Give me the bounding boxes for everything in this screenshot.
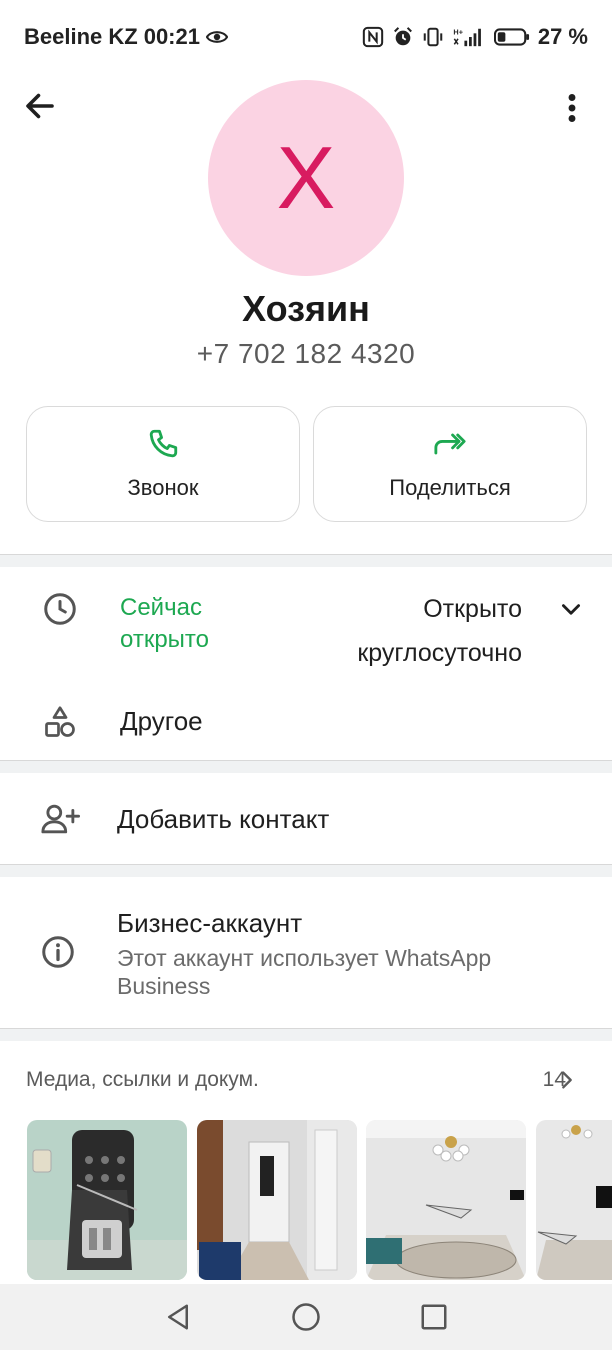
chevron-right-icon[interactable] — [556, 1068, 578, 1092]
category-row[interactable]: Другое — [0, 690, 612, 754]
info-icon — [42, 936, 74, 968]
living-room-photo — [366, 1120, 526, 1280]
add-contact-label: Добавить контакт — [117, 804, 330, 834]
business-account-title: Бизнес-аккаунт — [117, 908, 303, 938]
clock-icon — [44, 593, 76, 625]
section-divider — [0, 761, 612, 773]
svg-text:H+: H+ — [453, 27, 463, 36]
open-status-line2: открыто — [120, 626, 209, 653]
section-divider — [0, 555, 612, 567]
back-arrow-icon[interactable] — [22, 88, 58, 124]
add-contact-row[interactable]: Добавить контакт — [0, 773, 612, 863]
battery-icon — [493, 28, 529, 46]
business-desc-line1: Этот аккаунт использует WhatsApp — [117, 945, 492, 971]
call-label: Звонок — [127, 475, 199, 500]
clock: 00:21 — [143, 24, 200, 49]
business-hours-row[interactable]: Сейчас открыто Открыто круглосуточно — [0, 567, 612, 687]
open-status: Сейчас открыто — [120, 592, 209, 656]
nav-home-icon[interactable] — [291, 1302, 321, 1332]
hours-line1: Открыто — [423, 595, 522, 623]
system-navigation-bar — [0, 1284, 612, 1350]
hallway-photo — [197, 1120, 357, 1280]
media-title[interactable]: Медиа, ссылки и докум. — [26, 1068, 259, 1092]
forward-icon — [434, 433, 466, 455]
avatar[interactable]: X — [208, 80, 404, 276]
business-account-row[interactable]: Бизнес-аккаунт Этот аккаунт использует W… — [0, 877, 612, 1027]
nav-back-icon[interactable] — [163, 1302, 193, 1332]
battery-percent: 27 % — [537, 24, 588, 49]
media-thumbnail[interactable] — [366, 1120, 526, 1280]
avatar-letter: X — [276, 128, 336, 227]
phone-icon — [149, 429, 178, 458]
open-status-line1: Сейчас — [120, 594, 202, 621]
status-left: Beeline KZ 00:21 — [24, 24, 228, 50]
nfc-icon — [362, 26, 384, 48]
status-right: H+ 27 % — [362, 24, 588, 50]
section-divider — [0, 1029, 612, 1041]
alarm-icon — [393, 27, 412, 46]
hours-line2: круглосуточно — [357, 639, 522, 667]
contact-name: Хозяин — [242, 288, 370, 329]
hours-value: Открыто круглосуточно — [357, 587, 522, 675]
media-thumbnail[interactable] — [197, 1120, 357, 1280]
shapes-icon — [45, 706, 75, 737]
call-button[interactable]: Звонок — [26, 406, 300, 522]
section-divider — [0, 865, 612, 877]
vibrate-icon — [423, 27, 443, 47]
chevron-down-icon[interactable] — [558, 597, 584, 623]
more-options-icon[interactable] — [554, 90, 590, 126]
business-desc-line2: Business — [117, 973, 211, 999]
signal-icon: H+ — [453, 27, 481, 47]
share-button[interactable]: Поделиться — [313, 406, 587, 522]
share-label: Поделиться — [389, 475, 511, 500]
status-bar: Beeline KZ 00:21 H+ 27 % — [0, 0, 612, 70]
carrier-name: Beeline KZ — [24, 24, 138, 49]
eye-icon — [205, 31, 228, 43]
add-person-icon — [41, 804, 80, 834]
business-account-description: Этот аккаунт использует WhatsApp Busines… — [117, 944, 491, 1000]
media-thumbnail[interactable] — [27, 1120, 187, 1280]
room-photo — [536, 1120, 612, 1280]
lockbox-photo — [27, 1120, 187, 1280]
category-label: Другое — [120, 706, 203, 736]
contact-phone: +7 702 182 4320 — [196, 338, 416, 369]
media-thumbnail[interactable] — [536, 1120, 612, 1280]
nav-recents-icon[interactable] — [419, 1302, 449, 1332]
